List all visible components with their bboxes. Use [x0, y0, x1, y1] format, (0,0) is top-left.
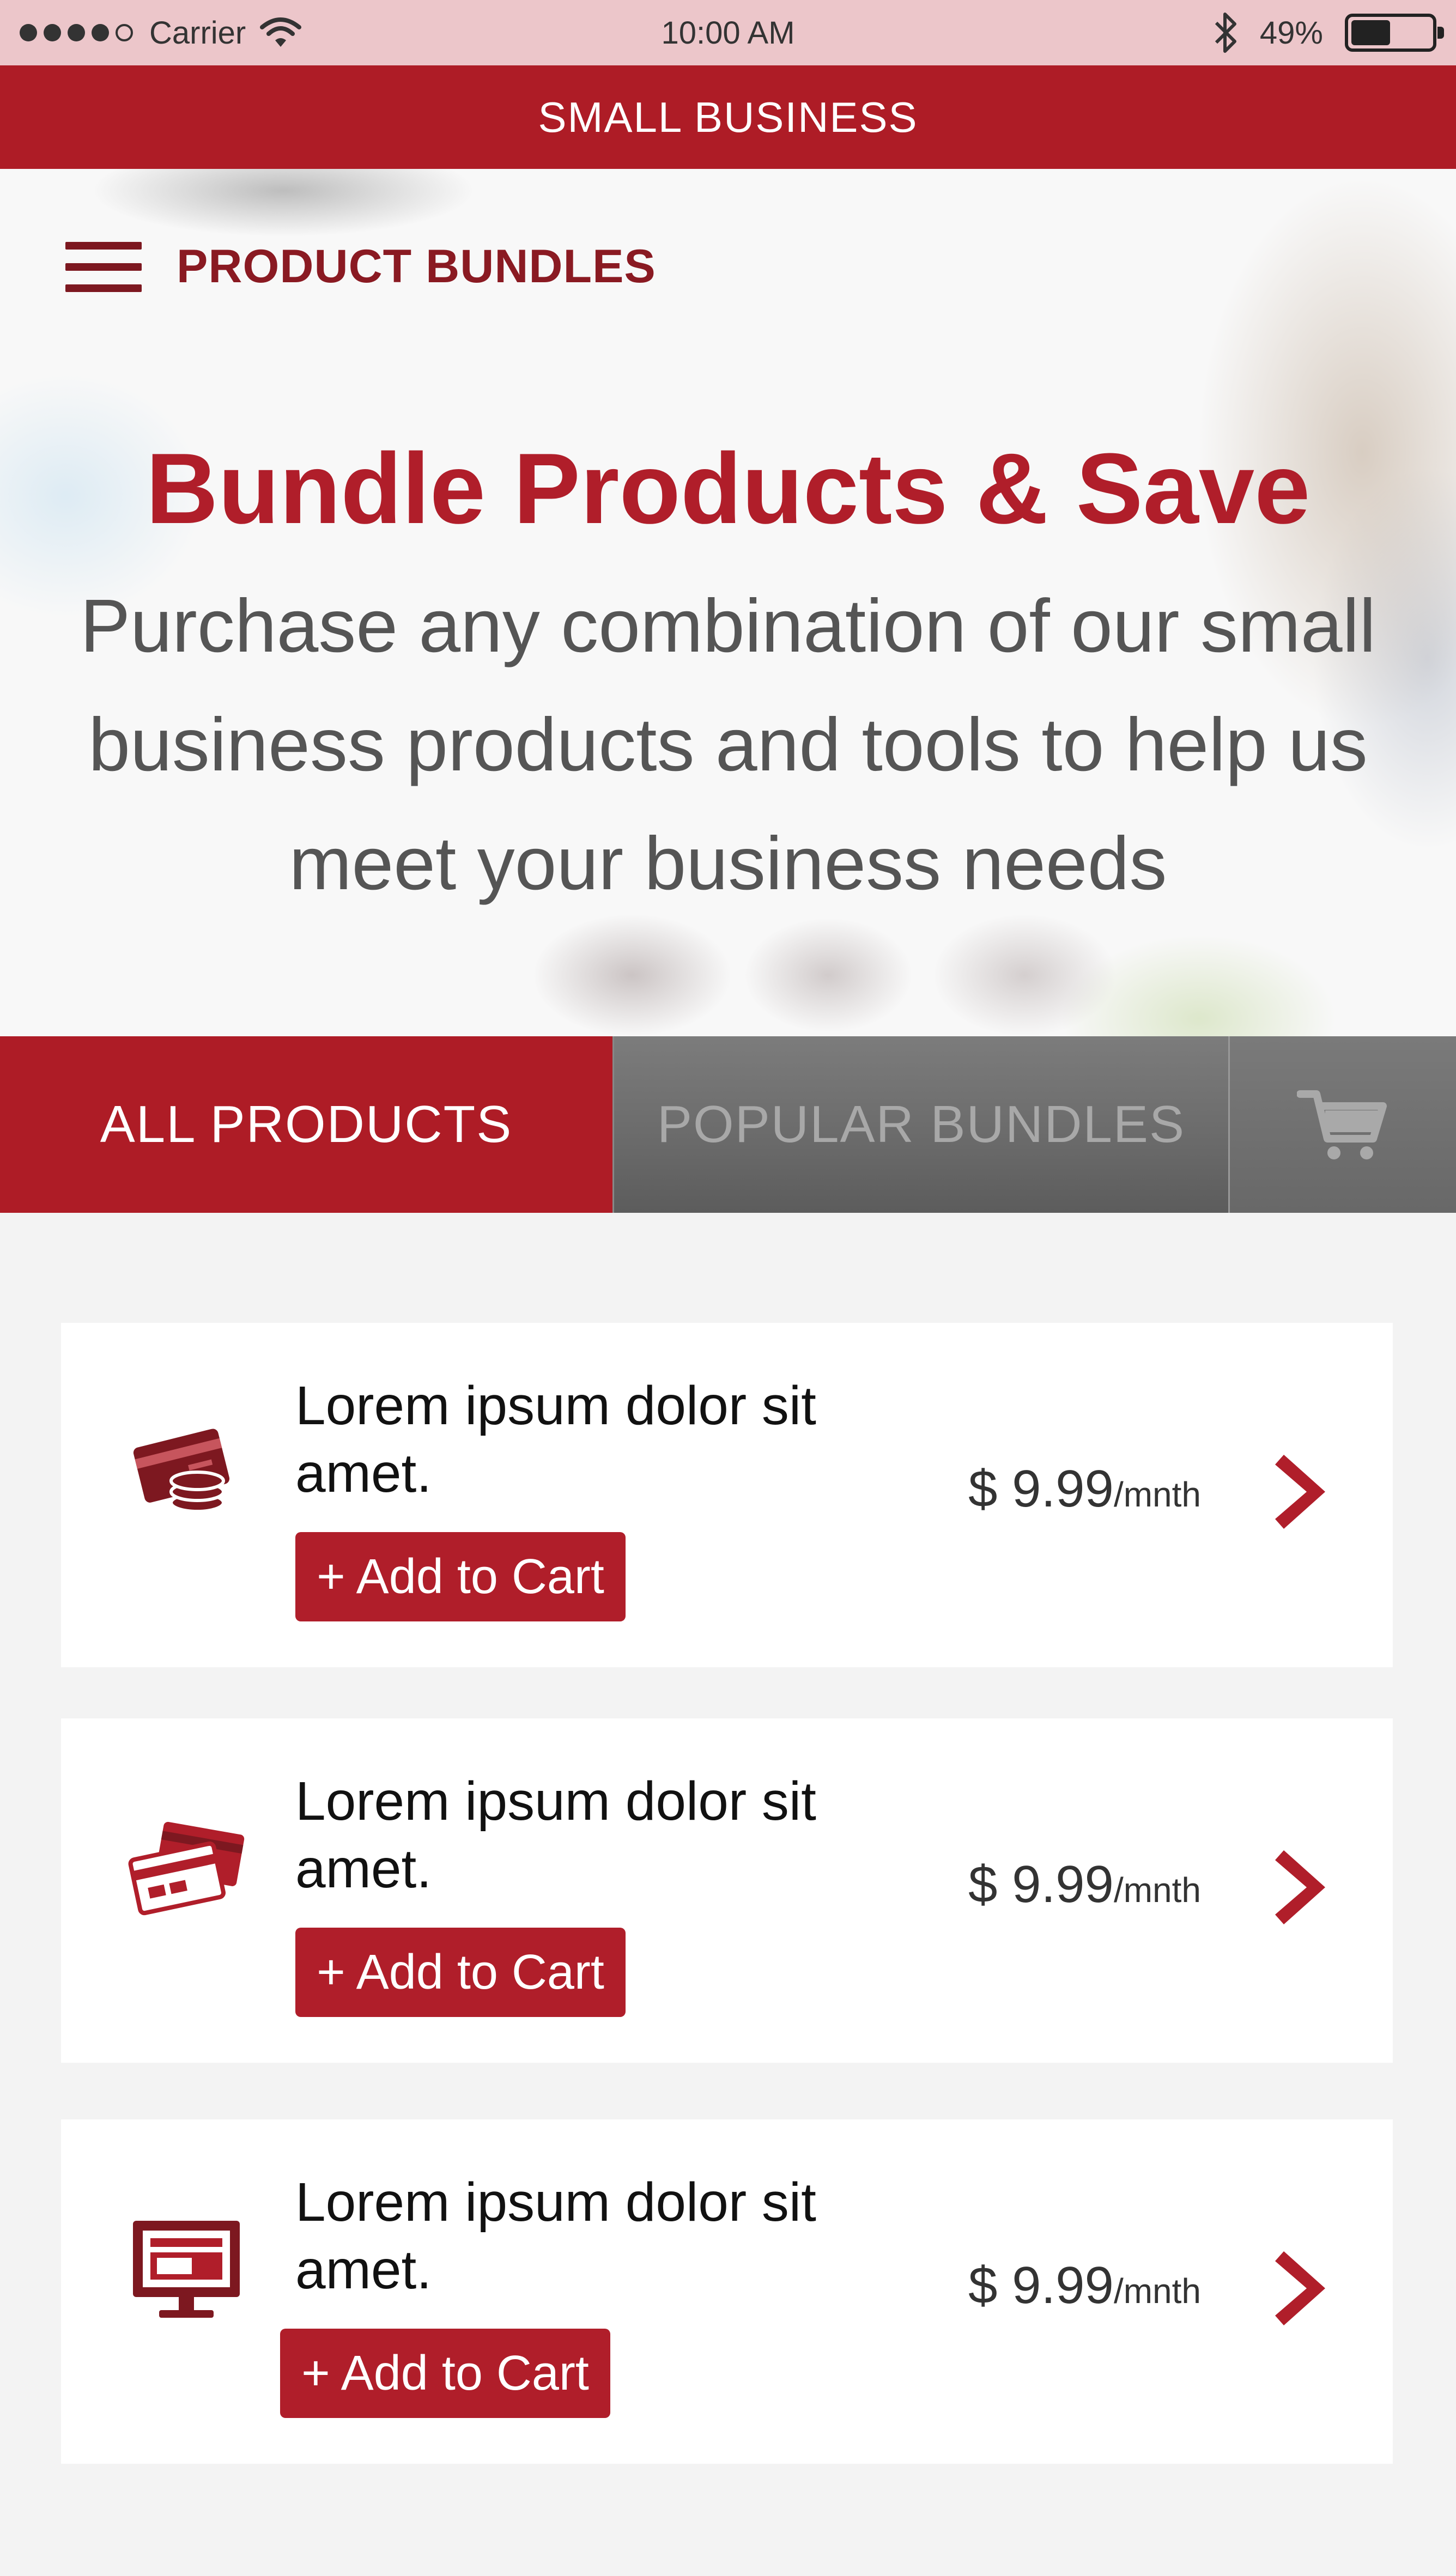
shopping-cart-icon [1296, 1090, 1387, 1159]
product-price: $ 9.99/mnth [968, 2256, 1201, 2316]
tab-cart[interactable] [1228, 1036, 1456, 1213]
price-unit: /mnth [1113, 2271, 1201, 2311]
chevron-right-icon[interactable] [1273, 1844, 1338, 1931]
credit-card-coins-icon [133, 1429, 230, 1513]
price-unit: /mnth [1113, 1870, 1201, 1910]
battery-percent: 49% [1259, 15, 1323, 51]
hero-subtitle: Purchase any combination of our small bu… [80, 584, 1376, 906]
product-tabs: ALL PRODUCTS POPULAR BUNDLES [0, 1036, 1456, 1213]
hero-nav: PRODUCT BUNDLES [65, 240, 656, 294]
product-title: Lorem ipsum dolor sit amet. [295, 2172, 816, 2300]
wifi-icon [260, 17, 302, 47]
add-to-cart-button[interactable]: + Add to Cart [280, 2329, 610, 2418]
add-to-cart-button[interactable]: + Add to Cart [295, 1532, 626, 1621]
product-card-2[interactable]: Lorem ipsum dolor sit amet. + Add to Car… [61, 1718, 1393, 2063]
status-bar: Carrier 10:00 AM 49% [0, 0, 1456, 65]
hero-banner: PRODUCT BUNDLES Bundle Products & Save P… [0, 169, 1456, 1036]
carrier-name: Carrier [149, 15, 246, 51]
credit-cards-icon [128, 1821, 245, 1916]
product-card-3[interactable]: Lorem ipsum dolor sit amet. + Add to Car… [61, 2119, 1393, 2464]
desktop-monitor-icon [133, 2221, 240, 2318]
signal-strength-icon [20, 24, 133, 41]
bluetooth-icon [1215, 13, 1236, 53]
hero-title: Bundle Products & Save [145, 432, 1311, 544]
product-price: $ 9.99/mnth [968, 1459, 1201, 1519]
price-unit: /mnth [1113, 1475, 1201, 1514]
app-title: SMALL BUSINESS [538, 93, 918, 141]
add-to-cart-button[interactable]: + Add to Cart [295, 1928, 626, 2017]
product-price: $ 9.99/mnth [968, 1855, 1201, 1915]
price-value: $ 9.99 [968, 2256, 1114, 2314]
chevron-right-icon[interactable] [1273, 1448, 1338, 1535]
product-title: Lorem ipsum dolor sit amet. [295, 1771, 816, 1899]
chevron-right-icon[interactable] [1273, 2245, 1338, 2332]
price-value: $ 9.99 [968, 1460, 1114, 1518]
tab-popular-bundles[interactable]: POPULAR BUNDLES [612, 1036, 1228, 1213]
tab-all-products[interactable]: ALL PRODUCTS [0, 1036, 612, 1213]
price-value: $ 9.99 [968, 1855, 1114, 1913]
hamburger-menu-icon[interactable] [65, 241, 142, 292]
section-title: PRODUCT BUNDLES [177, 240, 656, 293]
product-title: Lorem ipsum dolor sit amet. [295, 1375, 816, 1504]
app-title-bar: SMALL BUSINESS [0, 65, 1456, 169]
product-card-1[interactable]: Lorem ipsum dolor sit amet. + Add to Car… [61, 1323, 1393, 1667]
battery-icon [1345, 14, 1444, 52]
